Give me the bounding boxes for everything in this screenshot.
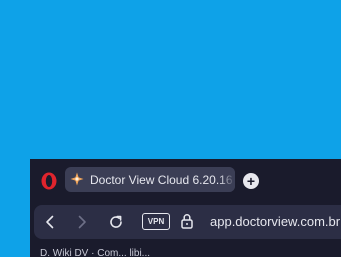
plus-icon: +: [246, 173, 256, 189]
tab-fade: [219, 167, 235, 192]
vpn-badge[interactable]: VPN: [142, 213, 170, 230]
address-toolbar: VPN app.doctorview.com.br: [34, 205, 341, 239]
tab-title: Doctor View Cloud 6.20.16: [90, 173, 232, 187]
reload-button[interactable]: [108, 214, 124, 230]
opera-logo-icon[interactable]: [40, 172, 58, 190]
doctorview-favicon-icon: [70, 172, 84, 186]
tab-bar: Doctor View Cloud 6.20.16 +: [30, 159, 341, 201]
browser-window: Doctor View Cloud 6.20.16 + VPN app.doct…: [30, 159, 341, 257]
bookmarks-bar: D. Wiki DV · Com... libi...: [34, 241, 341, 257]
forward-button[interactable]: [74, 214, 90, 230]
address-bar-url[interactable]: app.doctorview.com.br: [210, 214, 341, 230]
back-button[interactable]: [42, 214, 58, 230]
new-tab-button[interactable]: +: [243, 173, 259, 189]
bookmarks-text[interactable]: D. Wiki DV · Com... libi...: [40, 248, 340, 257]
lock-icon[interactable]: [180, 213, 194, 229]
tab-doctor-view-cloud[interactable]: Doctor View Cloud 6.20.16: [65, 167, 235, 192]
